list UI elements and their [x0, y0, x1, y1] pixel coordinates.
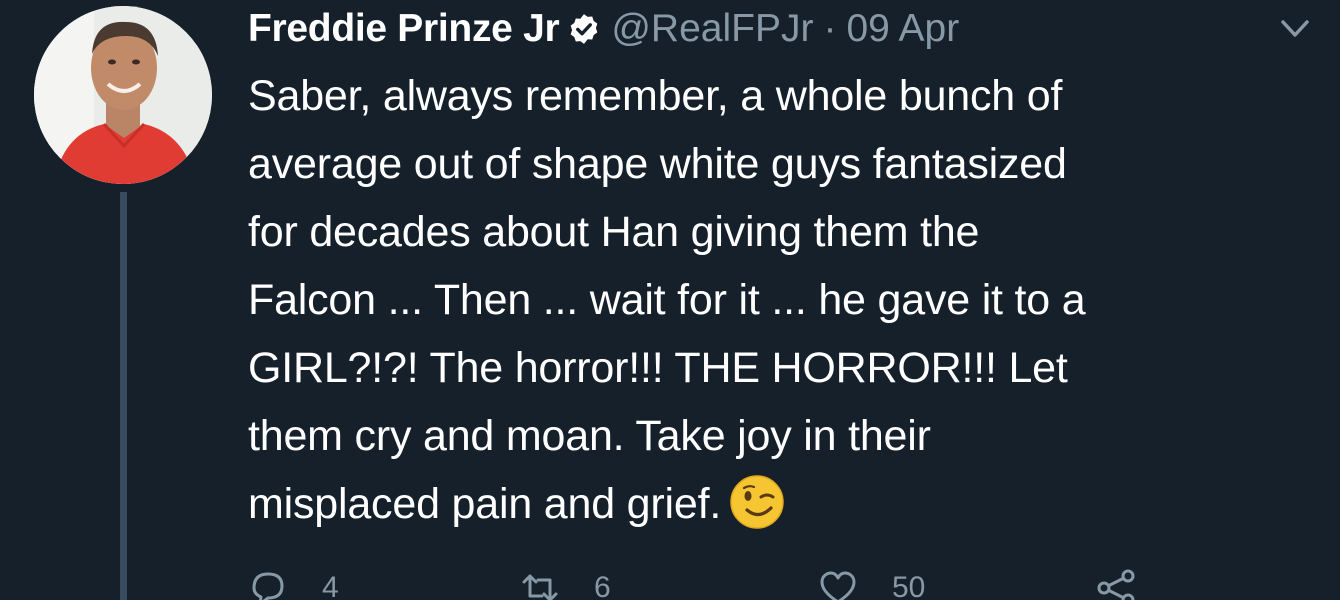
retweet-count: 6 [594, 571, 611, 600]
reply-count: 4 [322, 571, 339, 600]
like-button[interactable]: 50 [818, 568, 925, 600]
tweet-text-line: them cry and moan. Take joy in their [248, 412, 931, 460]
avatar-photo [34, 6, 212, 184]
tweet-actions: 4 6 50 [248, 568, 1248, 600]
tweet-text-line: misplaced pain and grief. [248, 480, 722, 528]
heart-icon [820, 571, 856, 600]
avatar[interactable] [34, 6, 212, 184]
reply-button[interactable]: 4 [248, 568, 339, 600]
like-count: 50 [892, 571, 926, 600]
author-handle[interactable]: @RealFPJr [611, 7, 813, 51]
retweet-icon [522, 574, 558, 600]
tweet-date[interactable]: 09 Apr [846, 7, 959, 51]
tweet-text-line: average out of shape white guys fantasiz… [248, 140, 1067, 188]
thread-line [120, 192, 127, 600]
header-separator: · [823, 7, 837, 50]
verified-badge-icon [567, 12, 601, 46]
reply-icon [252, 572, 284, 600]
retweet-button[interactable]: 6 [520, 568, 611, 600]
author-name[interactable]: Freddie Prinze Jr [248, 7, 560, 51]
tweet-text: Saber, always remember, a whole bunch of… [248, 62, 1298, 538]
tweet-text-line: GIRL?!?! The horror!!! THE HORROR!!! Let [248, 344, 1068, 392]
tweet-text-line: Saber, always remember, a whole bunch of [248, 72, 1063, 120]
tweet-card[interactable]: Freddie Prinze Jr @RealFPJr · 09 Apr Sab… [0, 0, 1340, 600]
tweet-text-line: for decades about Han giving them the [248, 208, 980, 256]
tweet-header: Freddie Prinze Jr @RealFPJr · 09 Apr [248, 4, 959, 54]
chevron-down-icon[interactable] [1280, 18, 1310, 40]
tweet-text-line-last: misplaced pain and grief. [248, 470, 1298, 538]
share-button[interactable] [1096, 568, 1136, 600]
winking-face-icon [729, 474, 785, 530]
share-icon [1097, 569, 1135, 600]
tweet-text-line: Falcon ... Then ... wait for it ... he g… [248, 276, 1086, 324]
